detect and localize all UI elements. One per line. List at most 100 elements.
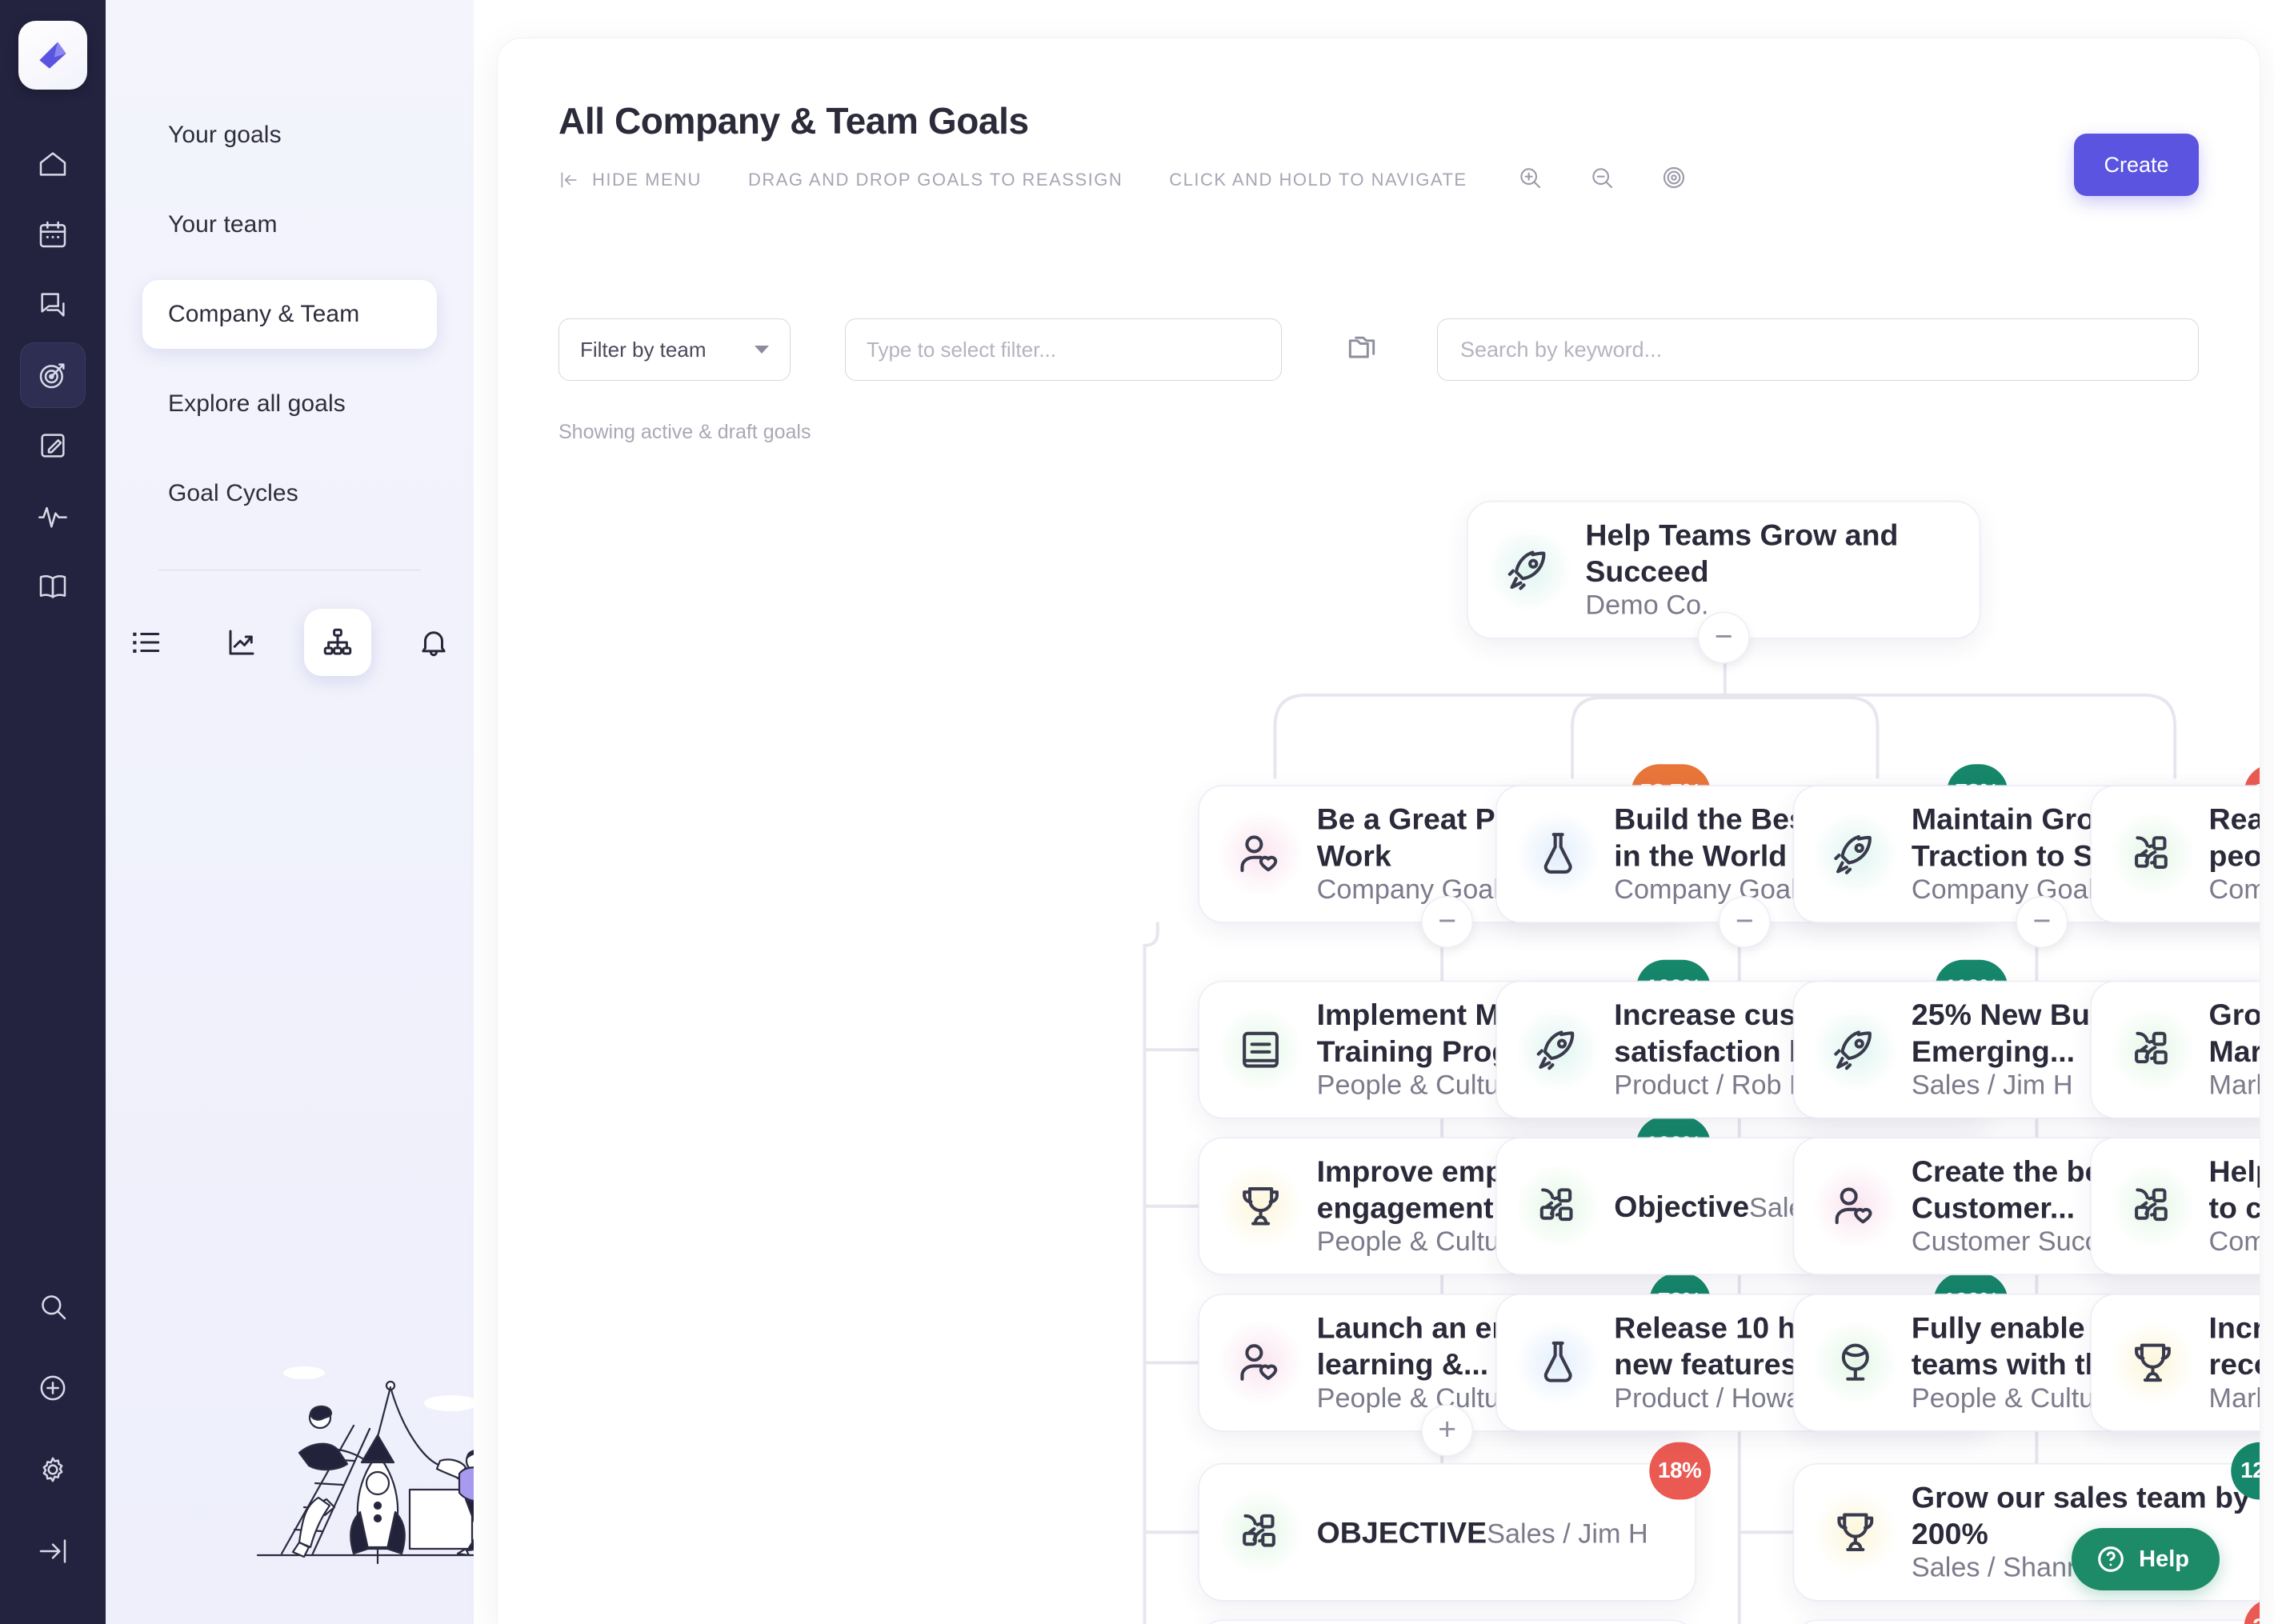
- folder-copy-icon: [1344, 330, 1379, 366]
- sidebar-item-your-goals[interactable]: Your goals: [142, 101, 437, 170]
- home-icon: [37, 148, 69, 180]
- goal-node-4-1[interactable]: Grow our awesome Marketing team by...Mar…: [2092, 982, 2260, 1118]
- sidebar-item-label: Company & Team: [168, 301, 359, 328]
- bell-notifications-icon: [417, 626, 450, 659]
- goals-status-text: Showing active & draft goals: [558, 421, 811, 444]
- goal-node-root[interactable]: Help Teams Grow and SucceedDemo Co.−: [1468, 502, 1980, 638]
- view-toggle-list[interactable]: [112, 609, 179, 676]
- team-filter-label: Filter by team: [580, 338, 707, 362]
- calendar-icon: [37, 218, 69, 250]
- expand-collapse-toggle[interactable]: −: [1720, 897, 1769, 946]
- goal-node-4-3[interactable]: Increase brand recognition in new...Mark…: [2092, 1295, 2260, 1431]
- trophy-icon: [1829, 1506, 1881, 1558]
- goal-type-icon-wrap: [2110, 1006, 2196, 1093]
- create-button[interactable]: Create: [2074, 134, 2199, 196]
- sidebar-item-explore-all-goals[interactable]: Explore all goals: [142, 370, 437, 438]
- rail-item-collapse[interactable]: [20, 1518, 86, 1584]
- rail-primary-nav: [20, 131, 86, 624]
- expand-collapse-toggle[interactable]: −: [1423, 897, 1472, 946]
- icon-rail: [0, 0, 106, 1624]
- question-circle-icon: [2096, 1544, 2126, 1574]
- page-title: All Company & Team Goals: [558, 99, 1029, 142]
- goal-title: Reach (even more) people to enable our..…: [2209, 801, 2260, 874]
- expand-collapse-toggle[interactable]: +: [1423, 1406, 1472, 1455]
- app-logo[interactable]: [18, 21, 87, 90]
- target-goals-icon: [37, 359, 69, 391]
- rail-secondary-nav: [0, 1274, 106, 1589]
- person-heart-icon: [1829, 1180, 1881, 1232]
- rail-item-settings[interactable]: [20, 1437, 86, 1502]
- folder-copy-button[interactable]: [1344, 330, 1379, 370]
- goal-subtitle: Marketing / Lisa Lea...: [2209, 1071, 2260, 1101]
- view-toggle-chart[interactable]: [208, 609, 275, 676]
- goal-node-4-2[interactable]: Help our HR community to create...Compan…: [2092, 1138, 2260, 1274]
- goal-title: Help our HR community to create...: [2209, 1154, 2260, 1226]
- rocket-icon: [1532, 1024, 1584, 1076]
- goal-subtitle: Company Goal / Bro...: [2209, 1228, 2260, 1258]
- goal-type-icon-wrap: [1812, 811, 1899, 898]
- zoom-controls: [1517, 165, 1687, 194]
- objective-network-icon: [1532, 1180, 1584, 1232]
- list-view-icon: [129, 626, 162, 659]
- sidebar-item-goal-cycles[interactable]: Goal Cycles: [142, 459, 437, 528]
- goal-type-icon-wrap: [1218, 1320, 1304, 1406]
- rocket-icon: [1829, 828, 1881, 880]
- sidebar-item-your-team[interactable]: Your team: [142, 190, 437, 259]
- view-toggle-notifications[interactable]: [400, 609, 467, 676]
- goal-node-3-5[interactable]: Increase revenue 🚀Sales / Shannon M25%+: [1794, 1621, 2260, 1624]
- trophy-icon: [2127, 1337, 2179, 1389]
- goal-type-icon-wrap: [1515, 1006, 1601, 1093]
- pulse-analytics-icon: [37, 500, 69, 532]
- main-panel: All Company & Team Goals HIDE MENU DRAG …: [474, 0, 2274, 1624]
- search-input-placeholder: Search by keyword...: [1460, 338, 1662, 362]
- search-input[interactable]: Search by keyword...: [1437, 318, 2199, 381]
- objective-network-icon: [2127, 1180, 2179, 1232]
- goal-text: Reach (even more) people to enable our..…: [2209, 801, 2260, 906]
- zoom-in-button[interactable]: [1517, 165, 1543, 194]
- goal-text: Grow our awesome Marketing team by...Mar…: [2209, 997, 2260, 1102]
- goal-subtitle: Sales / Jim H: [1487, 1519, 1648, 1549]
- drag-drop-hint: DRAG AND DROP GOALS TO REASSIGN: [748, 170, 1123, 190]
- zoom-out-button[interactable]: [1589, 165, 1615, 194]
- hide-menu-icon: [558, 170, 579, 190]
- rail-item-calendar[interactable]: [20, 202, 86, 267]
- rail-item-goals[interactable]: [20, 342, 86, 408]
- help-button[interactable]: Help: [2072, 1528, 2220, 1590]
- zoom-out-icon: [1589, 165, 1615, 190]
- team-filter-select[interactable]: Filter by team: [558, 318, 791, 381]
- person-heart-icon: [1235, 1337, 1287, 1389]
- goal-type-icon-wrap: [1487, 527, 1573, 614]
- hint-bar: HIDE MENU DRAG AND DROP GOALS TO REASSIG…: [558, 165, 1687, 194]
- filter-bar: Filter by team Type to select filter... …: [558, 318, 2199, 381]
- app-root: Your goals Your team Company & Team Expl…: [0, 0, 2274, 1624]
- goal-node-1-4[interactable]: OBJECTIVESales / Jim H18%: [1199, 1465, 1695, 1601]
- view-toggle-tree[interactable]: [304, 609, 371, 676]
- rail-item-search[interactable]: [20, 1274, 86, 1339]
- rail-item-notes[interactable]: [20, 413, 86, 478]
- goal-type-icon-wrap: [1218, 811, 1304, 898]
- secondary-sidebar: Your goals Your team Company & Team Expl…: [106, 0, 474, 1624]
- rail-item-chat[interactable]: [20, 272, 86, 338]
- edit-note-icon: [37, 430, 69, 462]
- hide-menu-label: HIDE MENU: [592, 170, 702, 190]
- goal-type-icon-wrap: [1218, 1163, 1304, 1250]
- expand-collapse-toggle[interactable]: −: [2017, 897, 2067, 946]
- goal-node-1-5[interactable]: ObjectiveSales / Jim H: [1199, 1621, 1695, 1624]
- sidebar-item-label: Your team: [168, 211, 278, 238]
- tree-node-layer: Help Teams Grow and SucceedDemo Co.−Be a…: [910, 502, 2260, 1624]
- rail-item-add[interactable]: [20, 1355, 86, 1421]
- rail-item-analytics[interactable]: [20, 483, 86, 549]
- goal-type-icon-wrap: [1515, 811, 1601, 898]
- expand-collapse-toggle[interactable]: −: [1699, 613, 1748, 662]
- book-closed-icon: [1235, 1024, 1287, 1076]
- filter-input[interactable]: Type to select filter...: [845, 318, 1282, 381]
- hide-menu-button[interactable]: HIDE MENU: [558, 170, 702, 190]
- recenter-button[interactable]: [1661, 165, 1687, 194]
- search-icon: [37, 1290, 69, 1322]
- sidebar-item-company-team[interactable]: Company & Team: [142, 280, 437, 349]
- rail-item-home[interactable]: [20, 131, 86, 197]
- goal-node-company-4[interactable]: Reach (even more) people to enable our..…: [2092, 786, 2260, 922]
- chat-icon: [37, 289, 69, 321]
- book-icon: [37, 570, 69, 602]
- rail-item-library[interactable]: [20, 554, 86, 619]
